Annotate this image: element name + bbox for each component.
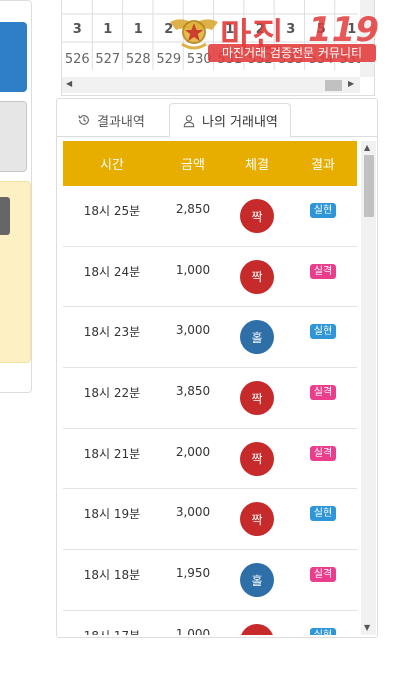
tab-bar: 결과내역 나의 거래내역 xyxy=(57,99,377,138)
secondary-button[interactable] xyxy=(0,101,27,172)
table-row: 18시 17분 1,000 짝 실현 xyxy=(63,611,357,635)
time-cell: 18시 23분 xyxy=(83,325,141,340)
grid-scroll-thumb[interactable] xyxy=(325,80,342,91)
time-cell: 18시 25분 xyxy=(83,204,141,218)
header-amount: 금액 xyxy=(181,158,205,173)
header-fill: 체결 xyxy=(245,158,269,173)
fill-ball: 짝 xyxy=(240,441,274,476)
amount-cell: 3,000 xyxy=(175,505,211,520)
result-badge: 실격 xyxy=(309,445,337,461)
amount-cell: 1,950 xyxy=(175,566,211,581)
result-badge: 실격 xyxy=(309,385,337,401)
table-row: 18시 19분 3,000 짝 실현 xyxy=(63,489,357,551)
result-badge: 실현 xyxy=(309,203,337,218)
table-row: 18시 18분 1,950 홀 실격 xyxy=(63,550,357,611)
tab-result-history[interactable]: 결과내역 xyxy=(65,103,157,137)
tab-my-trades[interactable]: 나의 거래내역 xyxy=(169,103,291,138)
scroll-up-icon[interactable]: ▲ xyxy=(364,143,370,152)
time-cell: 18시 22분 xyxy=(83,386,141,401)
site-logo: 마진 119 마진거래 검증전문 커뮤니티 xyxy=(168,8,379,64)
amount-cell: 2,000 xyxy=(175,444,211,459)
result-badge: 실격 xyxy=(309,567,337,583)
primary-button[interactable] xyxy=(0,22,27,92)
amount-cell: 1,000 xyxy=(175,262,211,277)
tab-my-trades-label: 나의 거래내역 xyxy=(202,115,278,130)
table-row: 18시 24분 1,000 짝 실격 xyxy=(63,247,357,308)
table-header: 시간 금액 체결 결과 xyxy=(63,141,357,186)
table-row: 18시 23분 3,000 홀 실현 xyxy=(63,307,357,369)
logo-tagline: 마진거래 검증전문 커뮤니티 xyxy=(208,44,376,62)
left-column xyxy=(0,0,32,400)
header-result: 결과 xyxy=(311,158,335,173)
fill-ball: 짝 xyxy=(240,259,274,294)
time-cell: 18시 17분 xyxy=(63,627,161,635)
fill-ball: 짝 xyxy=(240,199,274,233)
fill-ball: 짝 xyxy=(240,381,274,416)
history-icon xyxy=(78,115,89,125)
result-badge: 실현 xyxy=(309,324,337,340)
amount-cell: 3,000 xyxy=(175,323,211,338)
tab-result-history-label: 결과내역 xyxy=(97,114,145,130)
amount-cell: 1,000 xyxy=(175,626,211,635)
amount-cell: 3,850 xyxy=(175,384,211,399)
history-panel: 결과내역 나의 거래내역 시간 금액 체결 결과 18시 25분 2,850 짝… xyxy=(56,98,378,638)
fill-ball: 홀 xyxy=(240,563,274,598)
scroll-down-icon[interactable]: ▼ xyxy=(364,623,370,632)
time-cell: 18시 24분 xyxy=(83,264,141,279)
table-row: 18시 21분 2,000 짝 실격 xyxy=(63,429,357,490)
trade-table: 시간 금액 체결 결과 18시 25분 2,850 짝 실현 18시 24분 1… xyxy=(61,141,376,635)
round-cell: 528 xyxy=(125,52,151,67)
table-row: 18시 22분 3,850 짝 실격 xyxy=(63,368,357,429)
fill-ball: 짝 xyxy=(240,502,274,537)
result-badge: 실현 xyxy=(309,627,337,635)
result-cell: 1 xyxy=(103,22,113,37)
result-cell: 1 xyxy=(133,22,143,37)
table-scroll-thumb[interactable] xyxy=(364,155,374,217)
table-body: 18시 25분 2,850 짝 실현 18시 24분 1,000 짝 실격 18… xyxy=(63,186,357,635)
scroll-left-icon[interactable]: ◀ xyxy=(66,79,72,88)
round-cell: 526 xyxy=(64,52,90,67)
table-row: 18시 25분 2,850 짝 실현 xyxy=(63,186,357,247)
result-cell: 3 xyxy=(72,22,82,37)
notice-chip[interactable] xyxy=(0,197,10,235)
fill-ball: 홀 xyxy=(240,320,274,355)
time-cell: 18시 18분 xyxy=(83,568,141,583)
round-cell: 527 xyxy=(95,52,121,67)
grid-horizontal-scrollbar[interactable] xyxy=(62,77,360,93)
scroll-right-icon[interactable]: ▶ xyxy=(348,79,354,88)
amount-cell: 2,850 xyxy=(175,202,211,216)
header-time: 시간 xyxy=(100,158,124,173)
result-badge: 실현 xyxy=(309,506,337,522)
fill-ball: 짝 xyxy=(240,623,274,635)
user-icon xyxy=(183,114,195,127)
time-cell: 18시 21분 xyxy=(83,446,141,461)
result-badge: 실격 xyxy=(309,263,337,279)
time-cell: 18시 19분 xyxy=(83,507,141,522)
